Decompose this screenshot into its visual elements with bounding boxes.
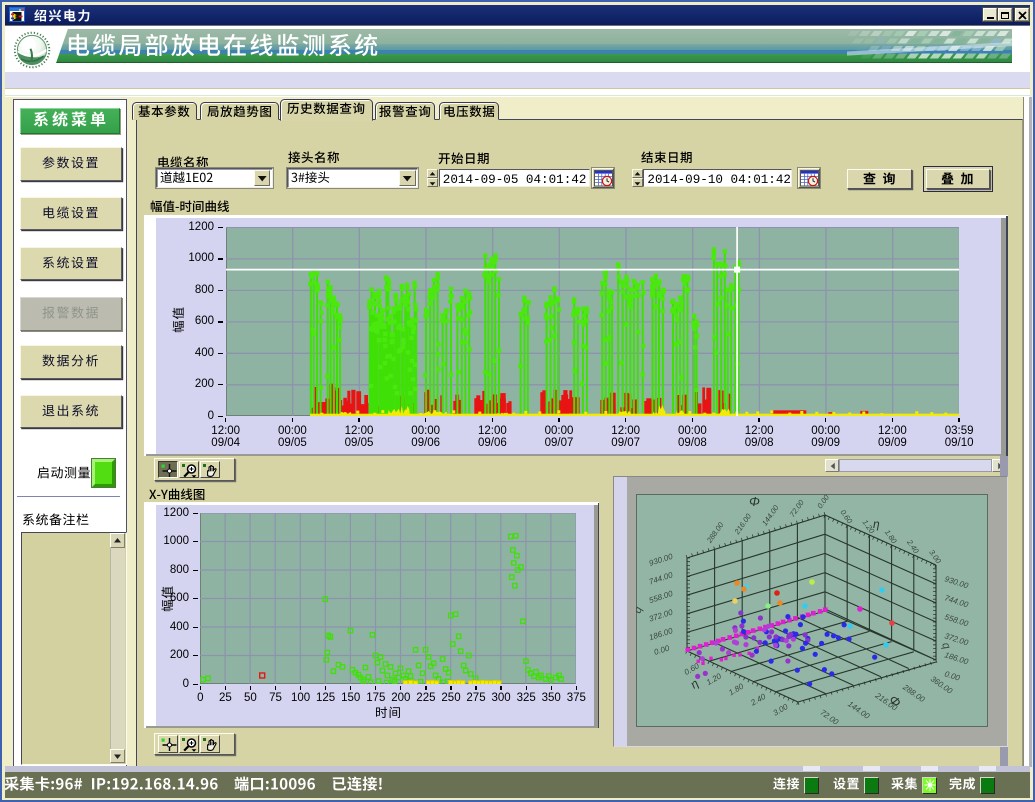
svg-text:Φ: Φ	[749, 494, 760, 509]
svg-text:0.00: 0.00	[653, 643, 671, 657]
svg-text:1.80: 1.80	[727, 681, 745, 697]
svg-text:144.00: 144.00	[760, 503, 781, 528]
svg-text:2.40: 2.40	[748, 692, 767, 708]
svg-text:186.00: 186.00	[943, 650, 970, 666]
svg-text:q: q	[636, 604, 645, 615]
svg-text:930.00: 930.00	[943, 574, 970, 590]
svg-text:186.00: 186.00	[648, 626, 675, 642]
svg-text:72.00: 72.00	[788, 498, 807, 519]
svg-text:744.00: 744.00	[648, 570, 675, 586]
svg-text:144.00: 144.00	[846, 699, 872, 721]
svg-text:0.00: 0.00	[943, 669, 961, 683]
svg-text:372.00: 372.00	[648, 607, 675, 623]
svg-text:2.40: 2.40	[904, 537, 921, 556]
svg-text:3.00: 3.00	[927, 548, 943, 566]
svg-text:216.00: 216.00	[732, 511, 754, 536]
svg-text:288.00: 288.00	[704, 520, 726, 545]
svg-text:930.00: 930.00	[648, 552, 675, 568]
svg-text:558.00: 558.00	[648, 589, 675, 605]
svg-text:0.00: 0.00	[815, 494, 831, 510]
svg-text:η: η	[873, 517, 880, 531]
svg-text:72.00: 72.00	[818, 708, 840, 727]
svg-text:558.00: 558.00	[943, 612, 970, 628]
svg-text:3.00: 3.00	[772, 702, 790, 718]
svg-text:0.60: 0.60	[838, 508, 854, 526]
svg-text:1.80: 1.80	[883, 528, 899, 546]
svg-text:744.00: 744.00	[943, 593, 970, 609]
svg-text:288.00: 288.00	[900, 682, 926, 704]
